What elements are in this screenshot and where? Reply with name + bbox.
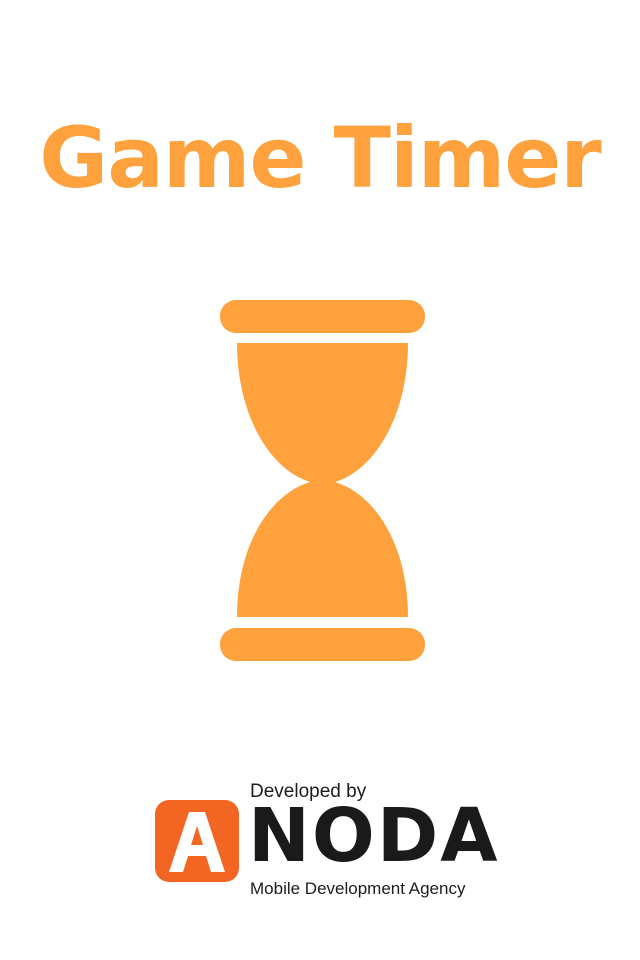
brand-wordmark: NODA: [248, 793, 500, 879]
agency-tagline: Mobile Development Agency: [250, 879, 466, 898]
hourglass-icon: [220, 300, 425, 661]
app-title: Game Timer: [39, 109, 601, 207]
svg-text:A: A: [155, 800, 156, 801]
developer-credits: Developed by A NODA Mobile Development A…: [155, 780, 498, 900]
splash-screen: Game Timer Developed by A NODA Mobile De…: [0, 0, 640, 960]
anoda-logo-mark: A: [155, 800, 239, 882]
